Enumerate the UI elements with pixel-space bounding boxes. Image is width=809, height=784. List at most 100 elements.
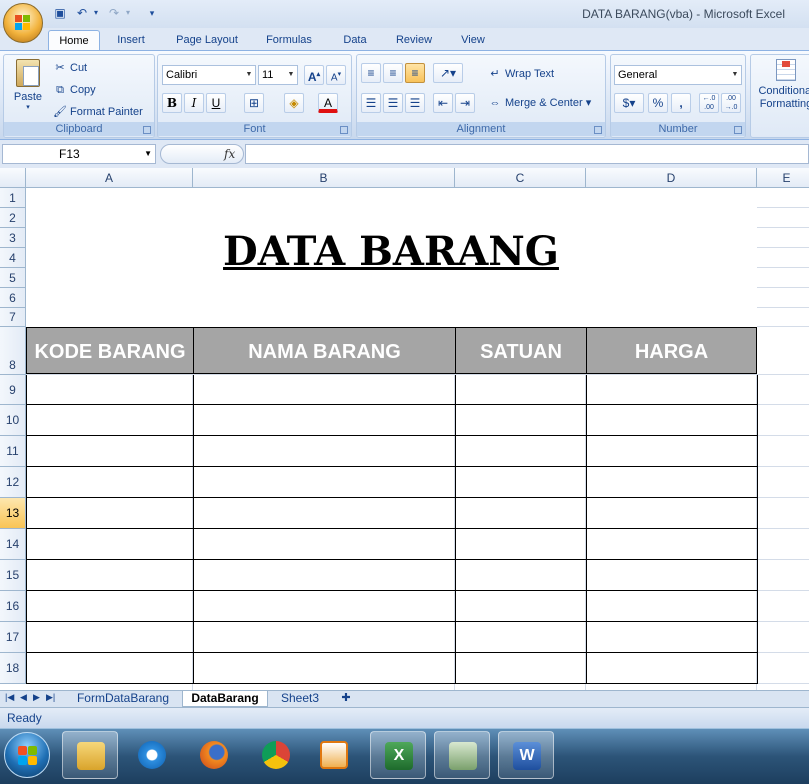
font-color-button[interactable]: A	[318, 93, 338, 113]
table-cell[interactable]	[455, 405, 587, 436]
increase-decimal-button[interactable]: ←.0.00	[699, 93, 719, 113]
table-cell[interactable]	[586, 467, 758, 498]
table-cell[interactable]	[193, 498, 456, 529]
start-button[interactable]	[4, 732, 50, 778]
insert-sheet-icon[interactable]: ✚	[334, 691, 358, 707]
header-nama-barang[interactable]: NAMA BARANG	[193, 327, 456, 374]
taskbar-firefox[interactable]	[186, 731, 242, 779]
header-satuan[interactable]: SATUAN	[455, 327, 587, 374]
row-header-6[interactable]: 6	[0, 288, 26, 308]
table-cell[interactable]	[26, 622, 194, 653]
accounting-format-button[interactable]: $▾	[614, 93, 644, 113]
orientation-button[interactable]: ↗▾	[433, 63, 463, 83]
taskbar-media[interactable]	[306, 731, 362, 779]
table-cell[interactable]	[26, 498, 194, 529]
row-header-13[interactable]: 13	[0, 498, 26, 529]
column-header-e[interactable]: E	[757, 168, 809, 188]
taskbar-ie[interactable]	[124, 731, 180, 779]
table-cell[interactable]	[455, 467, 587, 498]
font-family-select[interactable]: Calibri ▼	[162, 65, 256, 85]
insert-function-button[interactable]: fx	[224, 147, 235, 161]
row-header-1[interactable]: 1	[0, 188, 26, 208]
customize-qat-icon[interactable]: ▾	[144, 5, 160, 21]
align-left-button[interactable]: ☰	[361, 93, 381, 113]
font-size-select[interactable]: 11 ▼	[258, 65, 298, 85]
clipboard-dialog-launcher[interactable]	[143, 126, 151, 134]
row-header-15[interactable]: 15	[0, 560, 26, 591]
underline-button[interactable]: U	[206, 93, 226, 113]
table-cell[interactable]	[193, 405, 456, 436]
grow-font-button[interactable]: A▴	[304, 65, 324, 85]
name-box[interactable]: F13 ▼	[2, 144, 156, 164]
table-cell[interactable]	[455, 560, 587, 591]
row-header-16[interactable]: 16	[0, 591, 26, 622]
conditional-formatting-button[interactable]: Conditional Formatting	[755, 57, 809, 111]
column-header-b[interactable]: B	[193, 168, 455, 188]
wrap-text-button[interactable]: ↵ Wrap Text	[487, 64, 554, 84]
row-header-5[interactable]: 5	[0, 268, 26, 288]
table-cell[interactable]	[26, 560, 194, 591]
redo-dropdown-icon[interactable]: ▾	[120, 5, 136, 21]
format-painter-button[interactable]: 🖌 Format Painter	[52, 102, 143, 122]
tab-review[interactable]: Review	[388, 30, 440, 50]
taskbar-explorer[interactable]	[62, 731, 118, 779]
row-header-10[interactable]: 10	[0, 405, 26, 436]
table-cell[interactable]	[586, 405, 758, 436]
table-cell[interactable]	[455, 653, 587, 684]
row-header-12[interactable]: 12	[0, 467, 26, 498]
table-cell[interactable]	[26, 591, 194, 622]
number-format-select[interactable]: General ▼	[614, 65, 742, 85]
row-header-17[interactable]: 17	[0, 622, 26, 653]
taskbar-app[interactable]	[434, 731, 490, 779]
next-sheet-icon[interactable]: ▶	[33, 692, 40, 703]
row-header-8[interactable]: 8	[0, 327, 26, 375]
worksheet-grid[interactable]: A B C D E 1 2 3 4 5 6 7 8 9 10 11 12 13 14 15 16 17 18 DA…	[0, 168, 809, 690]
table-cell[interactable]	[455, 436, 587, 467]
font-dialog-launcher[interactable]	[340, 126, 348, 134]
number-dialog-launcher[interactable]	[734, 126, 742, 134]
tab-data[interactable]: Data	[334, 30, 376, 50]
table-cell[interactable]	[193, 622, 456, 653]
office-button[interactable]	[3, 3, 43, 43]
table-cell[interactable]	[193, 653, 456, 684]
tab-insert[interactable]: Insert	[108, 30, 154, 50]
table-cell[interactable]	[193, 560, 456, 591]
table-cell[interactable]	[586, 560, 758, 591]
align-right-button[interactable]: ☰	[405, 93, 425, 113]
column-header-d[interactable]: D	[586, 168, 757, 188]
header-harga[interactable]: HARGA	[586, 327, 757, 374]
decrease-indent-button[interactable]: ⇤	[433, 93, 453, 113]
alignment-dialog-launcher[interactable]	[594, 126, 602, 134]
sheet-tab-formdatabarang[interactable]: FormDataBarang	[68, 691, 178, 707]
bold-button[interactable]: B	[162, 93, 182, 113]
table-cell[interactable]	[26, 375, 194, 405]
undo-dropdown-icon[interactable]: ▾	[88, 5, 104, 21]
taskbar-word[interactable]: W	[498, 731, 554, 779]
table-cell[interactable]	[193, 467, 456, 498]
prev-sheet-icon[interactable]: ◀	[20, 692, 27, 703]
table-cell[interactable]	[586, 375, 758, 405]
paste-button[interactable]: Paste ▾	[10, 59, 46, 117]
table-cell[interactable]	[193, 529, 456, 560]
table-cell[interactable]	[26, 436, 194, 467]
table-cell[interactable]	[26, 405, 194, 436]
borders-button[interactable]: ⊞	[244, 93, 264, 113]
first-sheet-icon[interactable]: |◀	[5, 692, 14, 703]
table-cell[interactable]	[26, 653, 194, 684]
table-cell[interactable]	[26, 467, 194, 498]
fill-color-button[interactable]: ◈	[284, 93, 304, 113]
save-icon[interactable]: ▣	[52, 5, 68, 21]
table-cell[interactable]	[193, 375, 456, 405]
tab-home[interactable]: Home	[48, 30, 100, 50]
row-header-2[interactable]: 2	[0, 208, 26, 228]
row-header-7[interactable]: 7	[0, 308, 26, 327]
row-header-3[interactable]: 3	[0, 228, 26, 248]
table-cell[interactable]	[193, 591, 456, 622]
cut-button[interactable]: ✂ Cut	[52, 58, 87, 78]
table-cell[interactable]	[193, 436, 456, 467]
column-header-a[interactable]: A	[26, 168, 193, 188]
taskbar-chrome[interactable]	[248, 731, 304, 779]
tab-view[interactable]: View	[452, 30, 494, 50]
table-cell[interactable]	[455, 591, 587, 622]
table-cell[interactable]	[26, 529, 194, 560]
